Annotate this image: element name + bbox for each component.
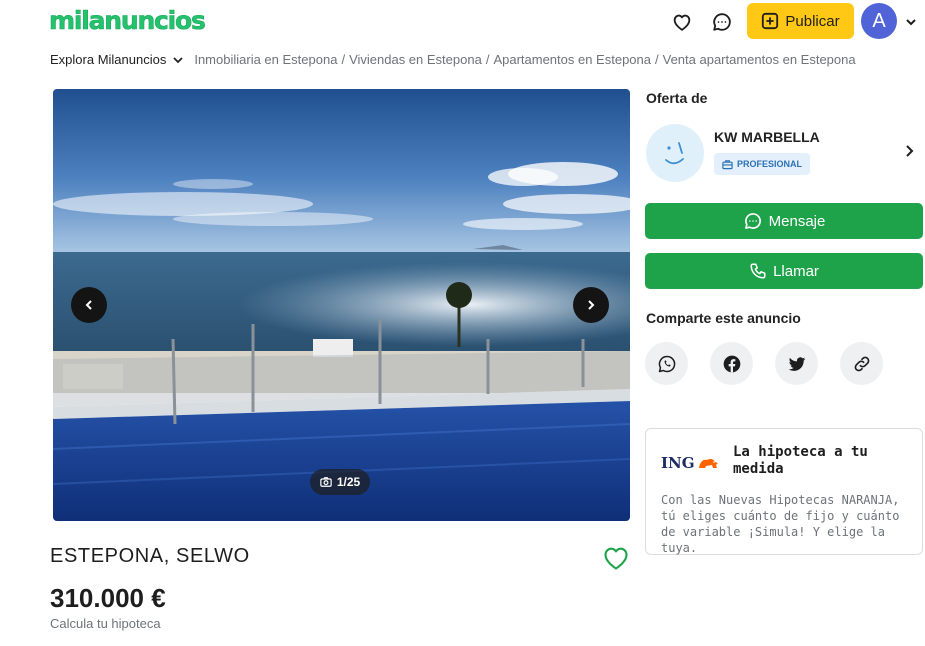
favorites-heart-icon[interactable] xyxy=(669,9,695,35)
chat-bubble-icon xyxy=(743,211,763,231)
gallery-next-button[interactable] xyxy=(573,287,609,323)
chevron-down-icon xyxy=(172,54,184,66)
facebook-icon xyxy=(722,354,742,374)
professional-badge-label: PROFESIONAL xyxy=(737,159,803,169)
camera-icon xyxy=(320,476,332,488)
ad-body: Con las Nuevas Hipotecas NARANJA, tú eli… xyxy=(661,493,900,555)
seller-name[interactable]: KW MARBELLA xyxy=(714,129,820,145)
mortgage-ad[interactable]: ING La hipoteca a tu medida Con las Nuev… xyxy=(645,428,923,555)
message-button[interactable]: Mensaje xyxy=(645,203,923,239)
explore-label: Explora Milanuncios xyxy=(50,52,167,67)
user-avatar[interactable]: A xyxy=(861,3,897,39)
link-icon xyxy=(852,354,872,374)
share-twitter-button[interactable] xyxy=(775,342,818,385)
chat-icon[interactable] xyxy=(709,9,735,35)
mortgage-calculator-link[interactable]: Calcula tu hipoteca xyxy=(50,616,161,631)
ing-logo: ING xyxy=(661,454,719,472)
photo-gallery[interactable] xyxy=(53,89,630,521)
share-whatsapp-button[interactable] xyxy=(645,342,688,385)
ing-brand-text: ING xyxy=(661,454,695,472)
milanuncios-logo[interactable]: milanuncios xyxy=(49,6,206,36)
chevron-right-icon[interactable] xyxy=(903,143,915,164)
listing-title: ESTEPONA, SELWO xyxy=(50,545,250,567)
photo-counter-text: 1/25 xyxy=(336,475,361,489)
call-button[interactable]: Llamar xyxy=(645,253,923,289)
share-facebook-button[interactable] xyxy=(710,342,753,385)
share-link-button[interactable] xyxy=(840,342,883,385)
share-section-title: Comparte este anuncio xyxy=(646,310,801,326)
breadcrumb-item-apartamentos[interactable]: Apartamentos en Estepona xyxy=(493,52,651,67)
explore-menu[interactable]: Explora Milanuncios xyxy=(50,52,184,67)
call-label: Llamar xyxy=(773,262,819,280)
whatsapp-icon xyxy=(657,354,677,374)
professional-badge: PROFESIONAL xyxy=(714,153,811,175)
avatar-initial: A xyxy=(872,9,886,32)
twitter-icon xyxy=(787,354,807,374)
smiley-face-icon xyxy=(665,142,684,165)
chevron-left-icon xyxy=(83,299,95,311)
chevron-right-icon xyxy=(585,299,597,311)
photo-counter: 1/25 xyxy=(310,469,370,495)
gallery-prev-button[interactable] xyxy=(71,287,107,323)
top-header: milanuncios Publicar A xyxy=(0,0,925,44)
breadcrumb-separator: / xyxy=(485,52,490,67)
publish-button[interactable]: Publicar xyxy=(747,3,854,39)
chevron-down-icon[interactable] xyxy=(900,9,922,35)
listing-price: 310.000 € xyxy=(50,583,166,613)
breadcrumb-item-inmobiliaria[interactable]: Inmobiliaria en Estepona xyxy=(194,52,337,67)
plus-square-icon xyxy=(761,12,779,30)
breadcrumb-separator: / xyxy=(341,52,346,67)
message-label: Mensaje xyxy=(768,212,826,230)
lion-icon xyxy=(697,456,719,470)
breadcrumb: Explora Milanuncios Inmobiliaria en Este… xyxy=(50,52,856,67)
publish-label: Publicar xyxy=(785,12,840,30)
briefcase-icon xyxy=(722,159,733,170)
breadcrumb-item-viviendas[interactable]: Viviendas en Estepona xyxy=(349,52,482,67)
phone-icon xyxy=(749,262,767,280)
seller-avatar[interactable] xyxy=(646,124,704,182)
favorite-heart-icon[interactable] xyxy=(602,545,630,576)
offer-section-title: Oferta de xyxy=(646,90,708,106)
listing-photo xyxy=(53,89,630,521)
breadcrumb-item-venta[interactable]: Venta apartamentos en Estepona xyxy=(663,52,856,67)
ad-title: La hipoteca a tu medida xyxy=(733,444,868,477)
breadcrumb-separator: / xyxy=(655,52,659,67)
